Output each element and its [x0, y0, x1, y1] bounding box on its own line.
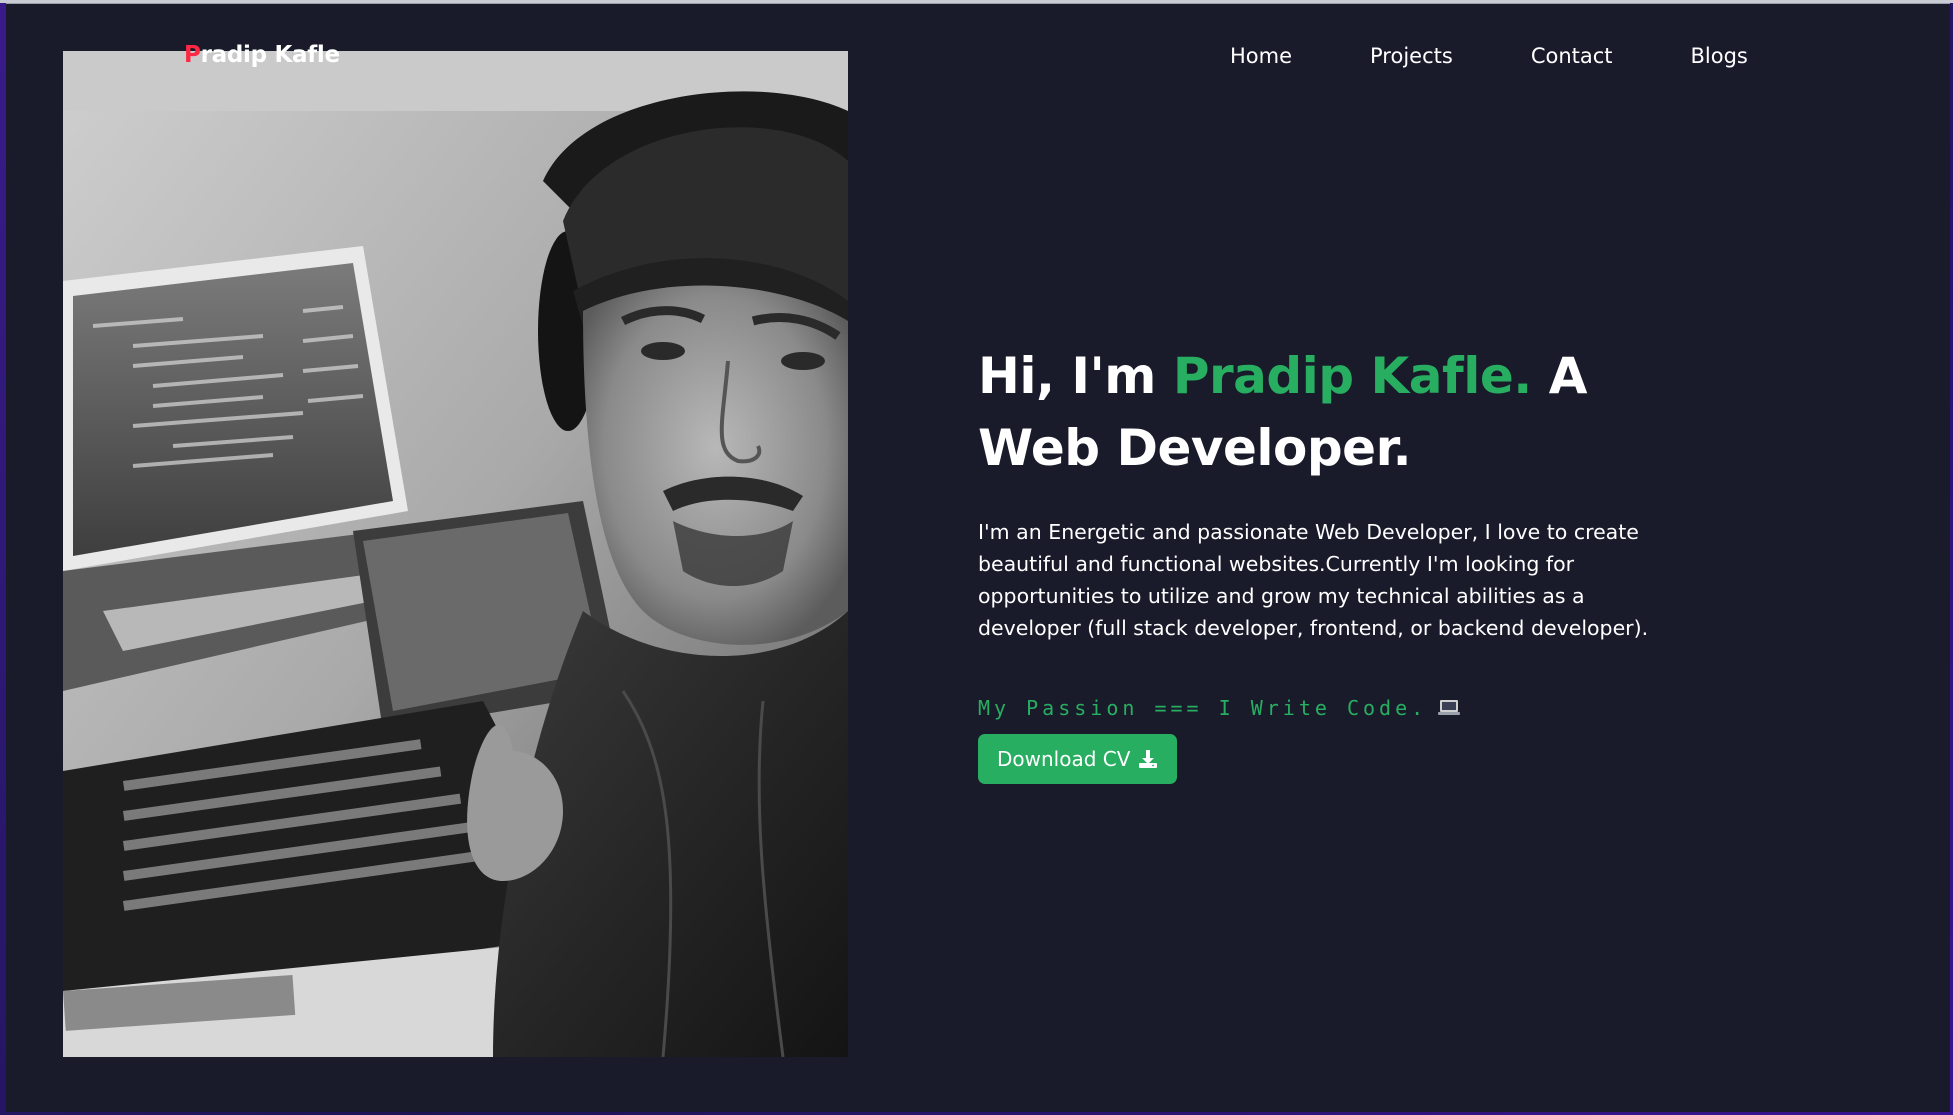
hero-title-prefix: Hi, I'm	[978, 347, 1173, 405]
download-cv-label: Download CV	[997, 747, 1131, 771]
logo-rest: radip Kafle	[200, 42, 341, 68]
nav-projects[interactable]: Projects	[1370, 44, 1453, 68]
hero-title: Hi, I'm Pradip Kafle. A Web Developer.	[978, 340, 1698, 484]
hero-description: I'm an Energetic and passionate Web Deve…	[978, 520, 1649, 640]
logo-first-letter: P	[184, 42, 201, 68]
hero-section: Hi, I'm Pradip Kafle. A Web Developer. I…	[978, 340, 1698, 784]
nav-home[interactable]: Home	[1230, 44, 1292, 68]
site-logo[interactable]: Pradip Kafle	[184, 42, 340, 68]
nav-blogs[interactable]: Blogs	[1691, 44, 1748, 68]
passion-tagline: My Passion === I Write Code.	[978, 696, 1698, 720]
nav-contact[interactable]: Contact	[1531, 44, 1613, 68]
main-nav: Home Projects Contact Blogs	[1230, 44, 1748, 68]
download-icon	[1138, 749, 1158, 769]
window-top-edge	[0, 0, 1953, 3]
profile-photo	[63, 51, 848, 1057]
laptop-icon	[1437, 698, 1461, 718]
hero-title-name: Pradip Kafle.	[1172, 347, 1532, 405]
download-cv-button[interactable]: Download CV	[978, 734, 1178, 784]
passion-text: My Passion === I Write Code.	[978, 696, 1428, 720]
